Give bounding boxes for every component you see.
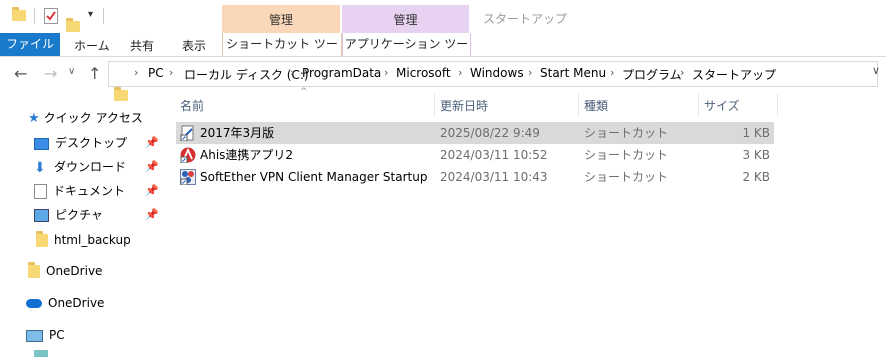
tab-home[interactable]: ホーム: [74, 37, 110, 54]
breadcrumb-microsoft[interactable]: Microsoft: [396, 66, 451, 80]
file-name: 2017年3月版: [200, 126, 275, 140]
file-type: ショートカット: [584, 126, 669, 140]
breadcrumb-chevron-icon[interactable]: ›: [528, 66, 532, 79]
file-row[interactable]: Ahis連携アプリ2 2024/03/11 10:52 ショートカット 3 KB: [176, 144, 774, 166]
breadcrumb-chevron-icon[interactable]: ›: [458, 66, 462, 79]
toolbar-divider: [34, 8, 35, 24]
ahis-app-icon: [180, 147, 196, 164]
column-header-name[interactable]: 名前: [180, 97, 204, 114]
column-divider[interactable]: [578, 94, 579, 116]
nav-onedrive-cloud-label: OneDrive: [48, 296, 105, 310]
pin-icon[interactable]: 📌: [145, 136, 159, 149]
column-divider[interactable]: [777, 94, 778, 116]
nav-quick-access-label: クイック アクセス: [43, 111, 143, 125]
column-header-type[interactable]: 種類: [584, 97, 608, 114]
address-folder-icon: [114, 87, 128, 101]
pc-monitor-icon: [26, 329, 43, 342]
column-divider[interactable]: [698, 94, 699, 116]
up-arrow-icon[interactable]: ↑: [88, 64, 101, 83]
desktop-icon: [34, 137, 49, 150]
column-divider[interactable]: [434, 94, 435, 116]
file-type: ショートカット: [584, 148, 669, 162]
download-arrow-icon: ⬇: [34, 159, 46, 176]
nav-pictures-label: ピクチャ: [55, 208, 103, 222]
file-name: Ahis連携アプリ2: [200, 148, 294, 162]
context-tab-shortcut-tools[interactable]: 管理: [222, 5, 340, 33]
breadcrumb-chevron-icon[interactable]: ›: [134, 66, 138, 79]
file-date: 2024/03/11 10:52: [440, 148, 548, 162]
context-tab-application-tools[interactable]: 管理: [342, 5, 469, 33]
file-size: 3 KB: [742, 148, 770, 162]
file-type: ショートカット: [584, 170, 669, 184]
context-tab-label: 管理: [268, 13, 293, 27]
nav-pictures[interactable]: ピクチャ: [34, 204, 103, 226]
nav-documents[interactable]: ドキュメント: [34, 180, 125, 202]
nav-downloads-label: ダウンロード: [54, 160, 127, 174]
nav-documents-label: ドキュメント: [53, 184, 126, 198]
documents-icon: [34, 184, 47, 199]
address-dropdown-icon[interactable]: ∨: [872, 64, 880, 77]
qat-divider: [103, 8, 104, 24]
breadcrumb-programs[interactable]: プログラム: [622, 66, 682, 83]
breadcrumb-windows[interactable]: Windows: [470, 66, 524, 80]
tab-application-tools[interactable]: アプリケーション ツール: [342, 33, 471, 73]
recent-dropdown-icon[interactable]: ∨: [68, 66, 75, 77]
cloud-icon: [26, 299, 42, 308]
breadcrumb-chevron-icon[interactable]: ›: [610, 66, 614, 79]
file-row[interactable]: SoftEther VPN Client Manager Startup 202…: [176, 166, 774, 188]
properties-check-icon[interactable]: [44, 8, 58, 24]
folder-icon: [36, 231, 48, 247]
breadcrumb-startup[interactable]: スタートアップ: [692, 66, 776, 83]
nav-html-backup-label: html_backup: [54, 233, 131, 247]
file-row[interactable]: 2017年3月版 2025/08/22 9:49 ショートカット 1 KB: [176, 122, 774, 144]
column-header-size[interactable]: サイズ: [704, 97, 740, 114]
pin-icon[interactable]: 📌: [145, 184, 159, 197]
window-title: スタートアップ: [483, 12, 568, 26]
tab-file[interactable]: ファイル: [0, 33, 60, 56]
nav-pc-label: PC: [49, 328, 65, 342]
file-date: 2024/03/11 10:43: [440, 170, 548, 184]
back-arrow-icon[interactable]: ←: [14, 64, 27, 83]
tab-shortcut-tools[interactable]: ショートカット ツール: [222, 33, 342, 73]
file-date: 2025/08/22 9:49: [440, 126, 540, 140]
context-tab-label: 管理: [393, 13, 418, 27]
star-icon: ★: [28, 111, 40, 126]
customize-dropdown-icon[interactable]: ▾: [88, 9, 93, 20]
breadcrumb-programdata[interactable]: ProgramData: [302, 66, 381, 80]
nav-onedrive-folder[interactable]: OneDrive: [28, 260, 102, 282]
new-folder-icon[interactable]: [66, 18, 80, 32]
pin-icon[interactable]: 📌: [145, 208, 159, 221]
softether-icon: [180, 169, 196, 186]
file-name: SoftEther VPN Client Manager Startup: [200, 170, 428, 184]
pin-icon[interactable]: 📌: [145, 160, 159, 173]
pictures-icon: [34, 209, 49, 222]
network-drive-icon: [34, 350, 48, 357]
forward-arrow-icon[interactable]: →: [44, 64, 57, 83]
nav-downloads[interactable]: ⬇ ダウンロード: [34, 156, 126, 178]
nav-html-backup[interactable]: html_backup: [36, 229, 131, 251]
nav-desktop-label: デスクトップ: [55, 136, 128, 150]
breadcrumb-start-menu[interactable]: Start Menu: [540, 66, 606, 80]
nav-desktop[interactable]: デスクトップ: [34, 132, 127, 154]
breadcrumb-chevron-icon[interactable]: ›: [384, 66, 388, 79]
column-header-date[interactable]: 更新日時: [440, 97, 488, 114]
breadcrumb-chevron-icon[interactable]: ›: [680, 66, 684, 79]
quick-access-folder-icon[interactable]: [12, 7, 26, 21]
nav-onedrive-cloud[interactable]: OneDrive: [26, 292, 104, 314]
breadcrumb-pc[interactable]: PC: [148, 66, 164, 80]
nav-onedrive-folder-label: OneDrive: [46, 264, 103, 278]
sort-ascending-icon: ^: [300, 87, 308, 97]
breadcrumb-chevron-icon[interactable]: ›: [290, 66, 294, 79]
nav-pc[interactable]: PC: [26, 324, 65, 346]
shortcut-doc-icon: [180, 125, 196, 142]
folder-icon: [28, 262, 40, 278]
tab-view[interactable]: 表示: [182, 37, 206, 54]
nav-quick-access[interactable]: ★ クイック アクセス: [28, 107, 143, 129]
breadcrumb-chevron-icon[interactable]: ›: [169, 66, 173, 79]
tab-share[interactable]: 共有: [130, 37, 154, 54]
file-size: 1 KB: [742, 126, 770, 140]
file-size: 2 KB: [742, 170, 770, 184]
